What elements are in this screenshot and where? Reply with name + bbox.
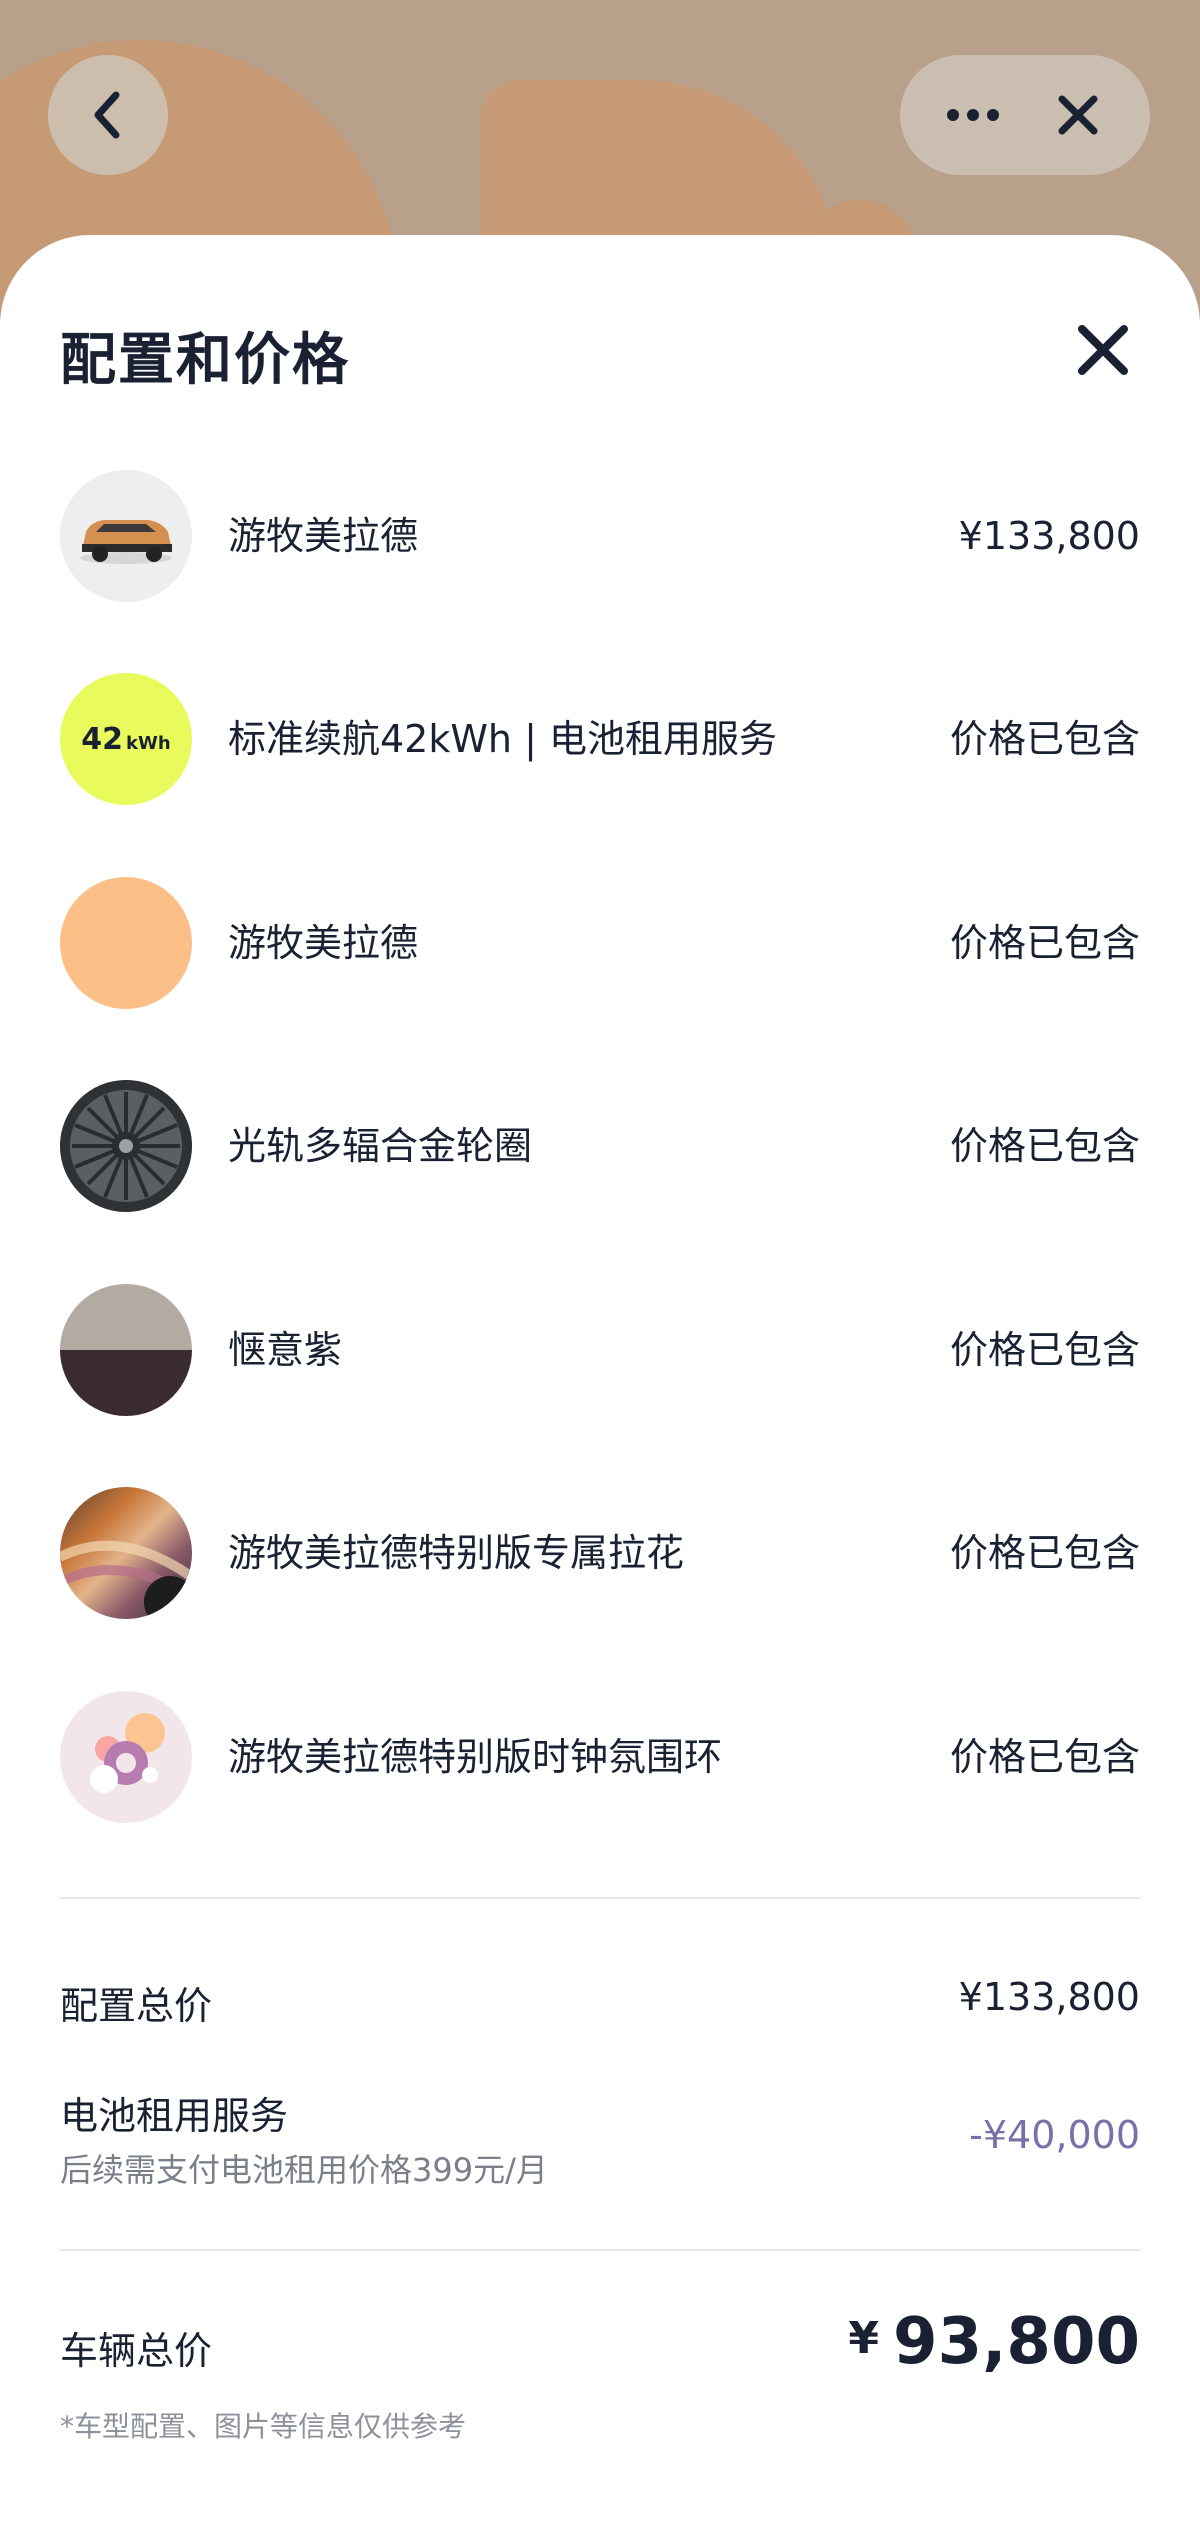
item-price: ¥133,800 [958, 514, 1140, 558]
list-item: 惬意紫 价格已包含 [60, 1284, 1140, 1416]
item-label: 游牧美拉德特别版时钟氛围环 [228, 1735, 723, 1779]
close-icon [1078, 325, 1128, 375]
miniprogram-close-button[interactable] [1043, 80, 1113, 150]
battery-rental-value: -¥40,000 [969, 2113, 1140, 2157]
config-total-value: ¥133,800 [958, 1975, 1140, 2019]
config-price-sheet: 配置和价格 游牧美拉德 ¥133,800 42 kWh 标准续航42kWh | … [0, 235, 1200, 2534]
more-dots-icon [946, 109, 999, 121]
item-label: 光轨多辐合金轮圈 [228, 1124, 533, 1168]
car-icon [60, 470, 192, 602]
sheet-title: 配置和价格 [60, 328, 350, 393]
item-label: 游牧美拉德特别版专属拉花 [228, 1531, 685, 1575]
list-item: 游牧美拉德 价格已包含 [60, 877, 1140, 1009]
list-item: 游牧美拉德特别版专属拉花 价格已包含 [60, 1487, 1140, 1619]
list-item: 光轨多辐合金轮圈 价格已包含 [60, 1080, 1140, 1212]
config-total-label: 配置总价 [60, 1984, 213, 2028]
decal-thumbnail [60, 1487, 192, 1619]
battery-badge: 42 kWh [60, 673, 192, 805]
item-label: 游牧美拉德 [228, 921, 419, 965]
interior-swatch [60, 1284, 192, 1416]
item-label: 标准续航42kWh | 电池租用服务 [228, 717, 777, 761]
decal-icon [60, 1540, 192, 1619]
wheel-icon [60, 1080, 192, 1212]
divider [60, 2249, 1140, 2251]
list-item: 游牧美拉德特别版时钟氛围环 价格已包含 [60, 1691, 1140, 1823]
item-label: 惬意紫 [228, 1328, 343, 1372]
item-price: 价格已包含 [949, 1735, 1140, 1779]
item-price: 价格已包含 [949, 1531, 1140, 1575]
wheel-thumbnail [60, 1080, 192, 1212]
vehicle-total-number: 93,800 [893, 2305, 1140, 2379]
ambient-ring-icon [90, 1713, 165, 1793]
battery-badge-unit: kWh [126, 732, 171, 754]
currency-symbol: ¥ [848, 2313, 880, 2364]
battery-rental-label: 电池租用服务 [60, 2094, 289, 2138]
item-price: 价格已包含 [949, 1328, 1140, 1372]
close-icon [1058, 95, 1097, 135]
battery-badge-number: 42 [81, 721, 124, 757]
divider [60, 1897, 1140, 1899]
list-item: 游牧美拉德 ¥133,800 [60, 470, 1140, 602]
disclaimer: *车型配置、图片等信息仅供参考 [60, 2410, 467, 2443]
back-button[interactable] [48, 55, 168, 175]
item-price: 价格已包含 [949, 1124, 1140, 1168]
battery-rental-note: 后续需支付电池租用价格399元/月 [60, 2151, 548, 2189]
color-swatch [60, 877, 192, 1009]
item-price: 价格已包含 [949, 717, 1140, 761]
vehicle-total-value: ¥93,800 [848, 2305, 1140, 2379]
car-thumbnail [60, 470, 192, 602]
chevron-left-icon [94, 91, 120, 139]
ambient-ring-thumbnail [60, 1691, 192, 1823]
vehicle-total-label: 车辆总价 [60, 2329, 213, 2373]
list-item: 42 kWh 标准续航42kWh | 电池租用服务 价格已包含 [60, 673, 1140, 805]
item-label: 游牧美拉德 [228, 514, 419, 558]
sheet-close-button[interactable] [1068, 315, 1138, 385]
more-button[interactable] [938, 80, 1008, 150]
item-price: 价格已包含 [949, 921, 1140, 965]
capsule-menu [900, 55, 1150, 175]
